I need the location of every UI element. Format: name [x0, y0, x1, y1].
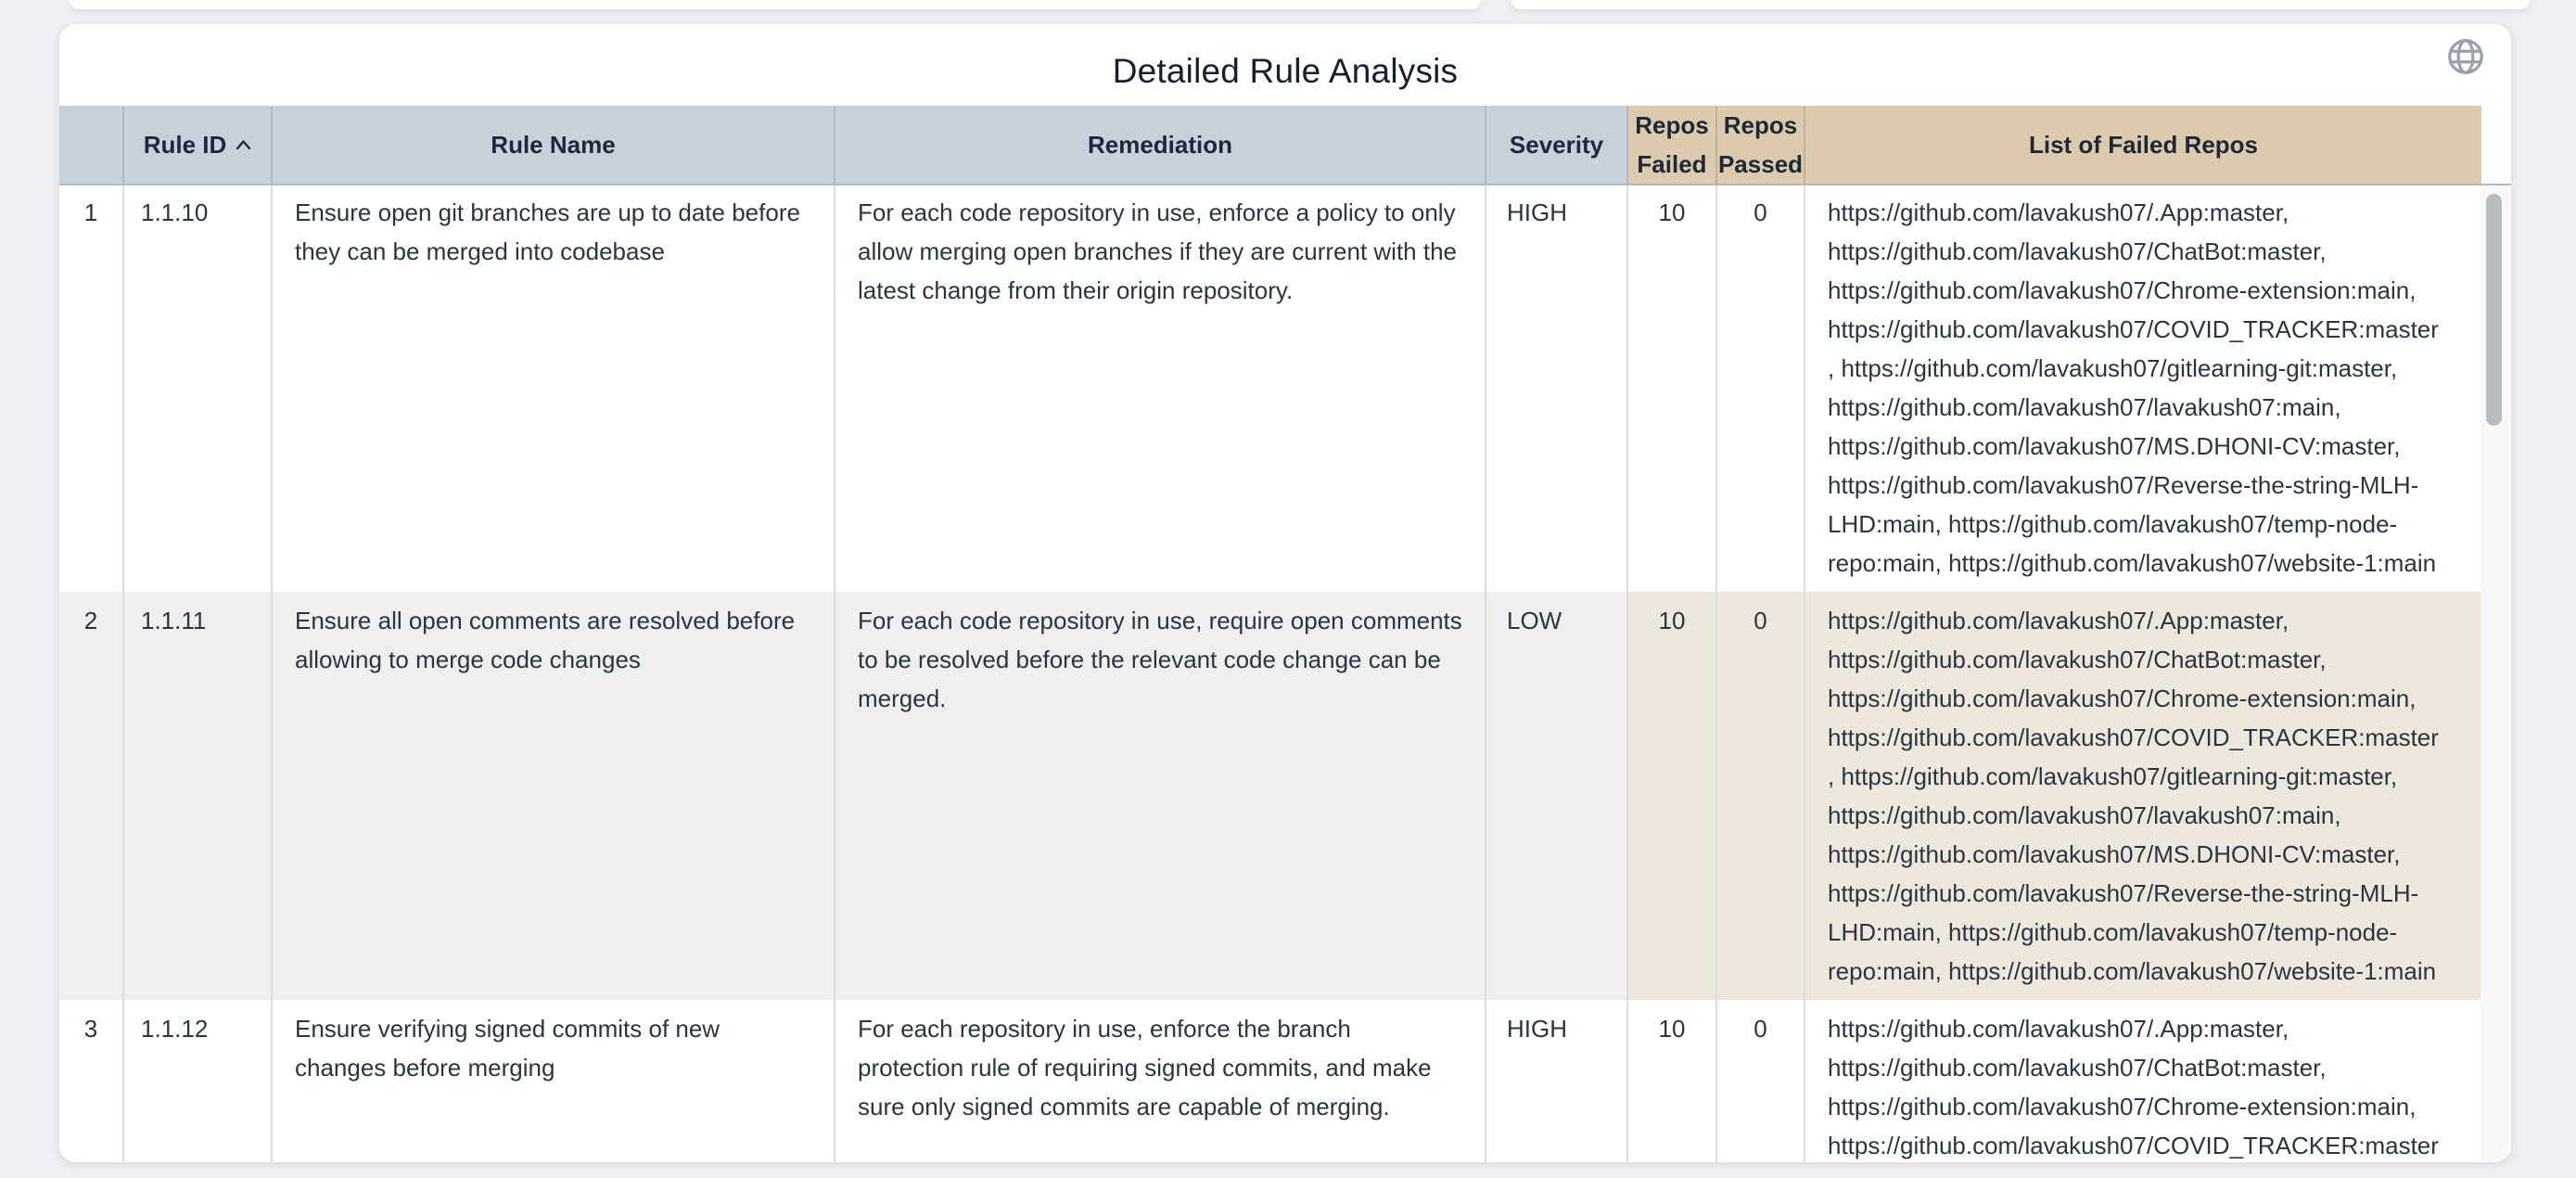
cell-repos-failed: 10 — [1628, 184, 1717, 592]
column-header-rule-name[interactable]: Rule Name — [273, 106, 835, 184]
cell-rule-id: 1.1.10 — [124, 184, 273, 592]
cell-failed-repos: https://github.com/lavakush07/.App:maste… — [1805, 1000, 2481, 1162]
cell-rule-name: Ensure open git branches are up to date … — [273, 184, 835, 592]
table-row: 2 1.1.11 Ensure all open comments are re… — [59, 592, 2481, 1000]
cell-rule-id: 1.1.12 — [124, 1000, 273, 1162]
table-row: 1 1.1.10 Ensure open git branches are up… — [59, 184, 2481, 592]
column-header-repos-failed[interactable]: Repos Failed — [1628, 106, 1717, 184]
page-title: Detailed Rule Analysis — [59, 52, 2511, 91]
cell-repos-passed: 0 — [1717, 184, 1805, 592]
rule-table: Rule ID Rule Name Remediation Severity R… — [59, 106, 2481, 1162]
cell-rule-id: 1.1.11 — [124, 592, 273, 1000]
cell-failed-repos: https://github.com/lavakush07/.App:maste… — [1805, 184, 2481, 592]
top-card-right — [1511, 0, 2530, 9]
table-scrollbar[interactable] — [2480, 186, 2508, 1162]
rule-analysis-card: Detailed Rule Analysis Rule ID — [59, 24, 2511, 1162]
column-header-rule-id[interactable]: Rule ID — [124, 106, 273, 184]
globe-icon[interactable] — [2444, 35, 2487, 78]
page-background: Detailed Rule Analysis Rule ID — [0, 0, 2576, 1178]
table-body: 1 1.1.10 Ensure open git branches are up… — [59, 184, 2481, 1162]
cell-repos-failed: 10 — [1628, 592, 1717, 1000]
cell-rule-name: Ensure verifying signed commits of new c… — [273, 1000, 835, 1162]
table-row: 3 1.1.12 Ensure verifying signed commits… — [59, 1000, 2481, 1162]
column-header-repos-passed[interactable]: Repos Passed — [1717, 106, 1805, 184]
cell-severity: LOW — [1486, 592, 1628, 1000]
column-header-row-number — [59, 106, 124, 184]
cell-row-number: 3 — [59, 1000, 124, 1162]
column-header-severity[interactable]: Severity — [1486, 106, 1628, 184]
column-header-remediation[interactable]: Remediation — [835, 106, 1486, 184]
cell-repos-failed: 10 — [1628, 1000, 1717, 1162]
sort-ascending-icon — [236, 139, 251, 150]
table-header-row: Rule ID Rule Name Remediation Severity R… — [59, 106, 2481, 184]
cell-severity: HIGH — [1486, 1000, 1628, 1162]
cell-row-number: 2 — [59, 592, 124, 1000]
cell-row-number: 1 — [59, 184, 124, 592]
cell-remediation: For each repository in use, enforce the … — [835, 1000, 1486, 1162]
cell-severity: HIGH — [1486, 184, 1628, 592]
cell-remediation: For each code repository in use, require… — [835, 592, 1486, 1000]
top-card-left — [70, 0, 1481, 9]
header-divider — [59, 184, 2511, 186]
cell-repos-passed: 0 — [1717, 592, 1805, 1000]
column-header-rule-id-label: Rule ID — [144, 125, 227, 164]
cell-rule-name: Ensure all open comments are resolved be… — [273, 592, 835, 1000]
cell-remediation: For each code repository in use, enforce… — [835, 184, 1486, 592]
cell-repos-passed: 0 — [1717, 1000, 1805, 1162]
cell-failed-repos: https://github.com/lavakush07/.App:maste… — [1805, 592, 2481, 1000]
scrollbar-thumb[interactable] — [2486, 194, 2502, 426]
column-header-failed-repos[interactable]: List of Failed Repos — [1805, 106, 2481, 184]
